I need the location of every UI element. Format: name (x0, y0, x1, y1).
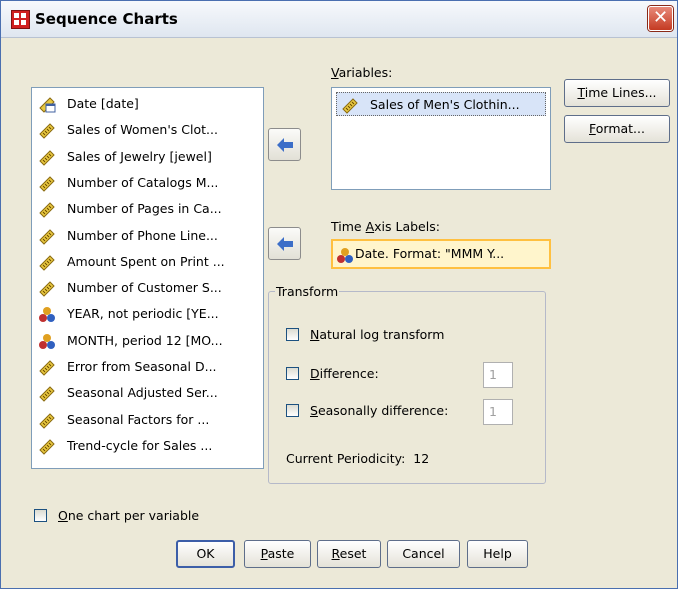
format-button[interactable]: Format... (564, 115, 670, 143)
scale-variable-icon (38, 411, 56, 429)
move-to-variables-button[interactable] (268, 128, 301, 161)
seasonal-difference-label: Seasonally difference: (310, 403, 449, 418)
source-variable-list[interactable]: Date [date] Sales of Women's Clot... Sales… (31, 87, 264, 469)
scale-variable-icon (38, 148, 56, 166)
close-button[interactable]: ✕ (648, 6, 673, 31)
nominal-variable-icon (38, 332, 56, 350)
scale-variable-icon (38, 200, 56, 218)
time-axis-labels-field[interactable]: Date. Format: "MMM Y... (331, 239, 551, 269)
source-list-item-label: MONTH, period 12 [MO... (67, 332, 223, 348)
time-axis-item-label: Date. Format: "MMM Y... (355, 246, 505, 261)
scale-variable-icon (38, 227, 56, 245)
source-list-item-label: Seasonal Factors for ... (67, 411, 210, 427)
variables-item-label: Sales of Men's Clothin... (370, 97, 520, 112)
one-chart-per-variable-checkbox[interactable] (34, 509, 47, 522)
transform-group-title: Transform (275, 284, 340, 299)
reset-button[interactable]: Reset (317, 540, 381, 568)
source-list-item-label: Trend-cycle for Sales ... (67, 437, 213, 453)
left-arrow-icon (277, 138, 293, 152)
source-list-item-label: Seasonal Adjusted Ser... (67, 385, 218, 401)
source-list-item-label: Number of Customer S... (67, 280, 222, 296)
difference-label: Difference: (310, 366, 379, 381)
source-list-item-label: Number of Catalogs M... (67, 174, 219, 190)
variables-label: Variables: (331, 65, 393, 80)
scale-variable-icon (38, 358, 56, 376)
scale-variable-icon (38, 174, 56, 192)
source-list-item-label: Error from Seasonal D... (67, 359, 217, 374)
variables-list[interactable]: Sales of Men's Clothin... (331, 87, 551, 190)
chart-app-icon (11, 10, 30, 29)
time-lines-button[interactable]: Time Lines... (564, 79, 670, 107)
source-list-item-label: Date [date] (67, 96, 139, 111)
natural-log-label: Natural log transform (310, 327, 445, 342)
source-list-item-label: Sales of Women's Clot... (67, 122, 218, 138)
scale-variable-icon (38, 279, 56, 297)
source-list-item-label: Number of Pages in Ca... (67, 201, 222, 217)
date-scale-icon (38, 95, 56, 113)
scale-variable-icon (38, 384, 56, 403)
left-arrow-icon (277, 237, 293, 251)
scale-variable-icon (38, 121, 56, 140)
ok-button[interactable]: OK (176, 540, 235, 568)
seasonal-difference-checkbox[interactable] (286, 404, 299, 417)
one-chart-per-variable-label: One chart per variable (58, 508, 200, 523)
source-list-item-label: Number of Phone Line... (67, 227, 218, 243)
scale-variable-icon (38, 253, 56, 271)
title-bar[interactable]: Sequence Charts ✕ (1, 1, 677, 38)
date-nominal-icon (337, 248, 353, 263)
natural-log-checkbox[interactable] (286, 328, 299, 341)
sequence-charts-dialog: Sequence Charts ✕ Date [date] Sales of Wo… (0, 0, 678, 589)
source-list-item-label: YEAR, not periodic [YE... (67, 306, 219, 322)
seasonal-difference-value-field[interactable]: 1 (483, 399, 513, 425)
cancel-button[interactable]: Cancel (387, 540, 460, 568)
variables-list-item[interactable]: Sales of Men's Clothin... (336, 92, 546, 116)
difference-checkbox[interactable] (286, 367, 299, 380)
source-list-item-label: Amount Spent on Print ... (67, 253, 225, 269)
time-axis-labels-label: Time Axis Labels: (331, 219, 440, 234)
paste-button[interactable]: Paste (244, 540, 311, 568)
scale-variable-icon (38, 437, 56, 455)
nominal-variable-icon (38, 305, 56, 323)
window-title: Sequence Charts (35, 10, 178, 28)
source-list-item-label: Sales of Jewelry [jewel] (67, 148, 212, 164)
current-periodicity: Current Periodicity: 12 (286, 451, 430, 466)
move-to-time-axis-button[interactable] (268, 227, 301, 260)
help-button[interactable]: Help (467, 540, 528, 568)
scale-variable-icon (342, 98, 358, 114)
difference-value-field[interactable]: 1 (483, 362, 513, 388)
